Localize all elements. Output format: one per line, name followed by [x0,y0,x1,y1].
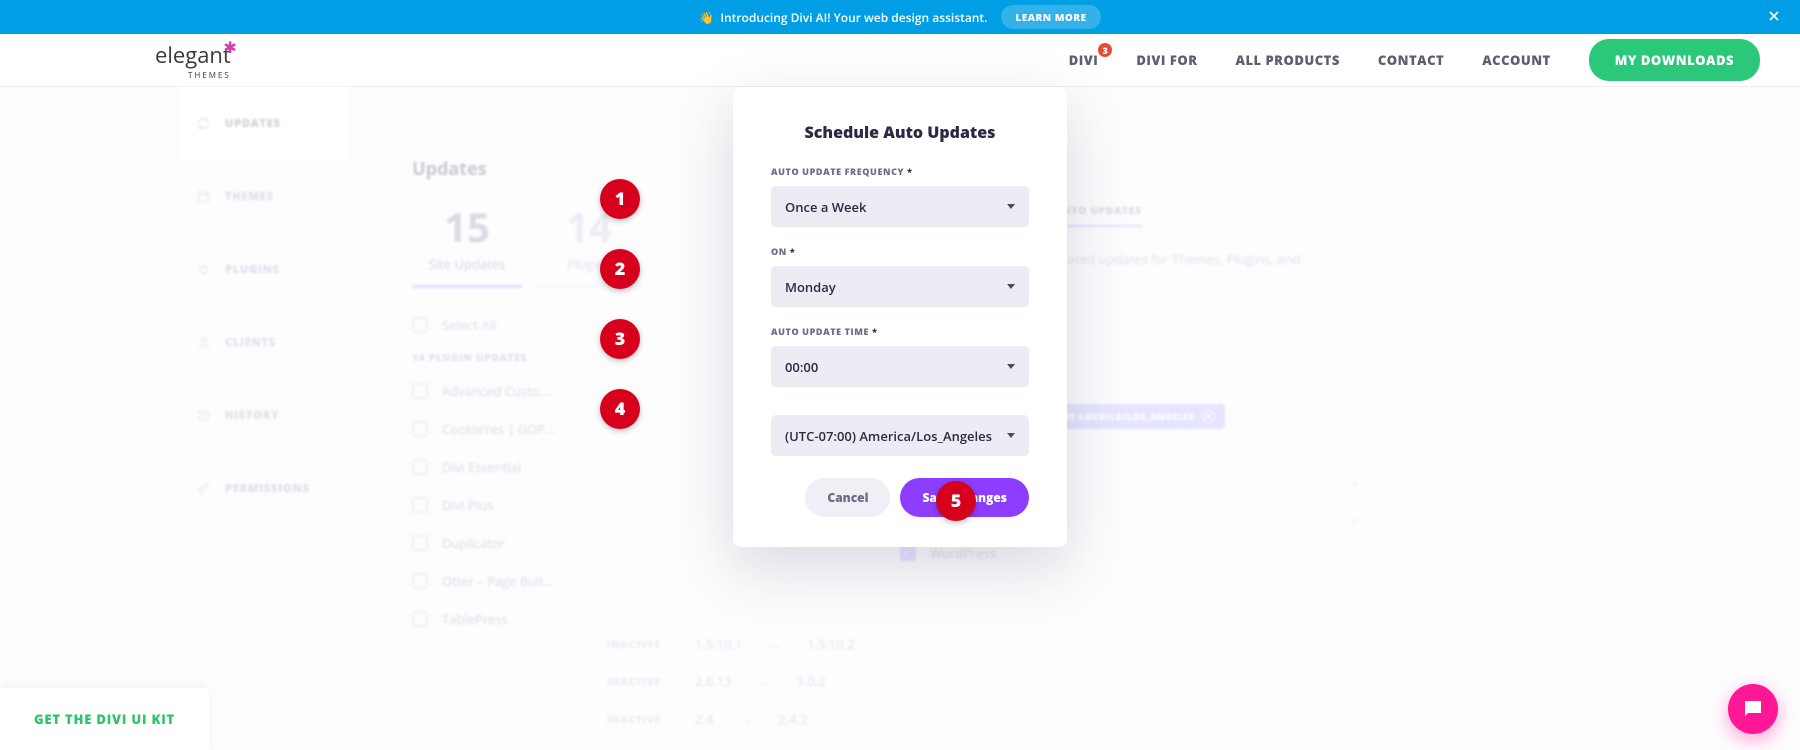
cancel-button[interactable]: Cancel [805,478,890,517]
modal-title: Schedule Auto Updates [771,121,1029,143]
time-select[interactable]: 00:00 [771,346,1029,387]
logo-star-icon: ✱ [223,36,236,58]
time-label: AUTO UPDATE TIME * [771,325,1029,338]
chat-bubble-icon[interactable] [1728,684,1778,734]
site-header: elegant✱ THEMES DIVI3 DIVI FOR ALL PRODU… [0,34,1800,87]
main-nav: DIVI3 DIVI FOR ALL PRODUCTS CONTACT ACCO… [1069,39,1760,81]
learn-more-button[interactable]: LEARN MORE [1001,5,1100,29]
step-badge-3: 3 [600,319,640,359]
step-badge-5: 5 [936,481,976,521]
logo[interactable]: elegant✱ THEMES [155,40,231,81]
on-label: ON * [771,245,1029,258]
logo-sub: THEMES [155,70,231,81]
schedule-modal: Schedule Auto Updates AUTO UPDATE FREQUE… [733,87,1067,547]
step-badge-4: 4 [600,389,640,429]
close-icon[interactable] [1766,8,1782,28]
announcement-emoji: 👋 [699,9,714,26]
frequency-label: AUTO UPDATE FREQUENCY * [771,165,1029,178]
timezone-select[interactable]: (UTC-07:00) America/Los_Angeles [771,415,1029,456]
frequency-select[interactable]: Once a Week [771,186,1029,227]
nav-contact[interactable]: CONTACT [1378,51,1444,69]
nav-divi[interactable]: DIVI3 [1069,51,1099,69]
announcement-bar: 👋 Introducing Divi AI! Your web design a… [0,0,1800,34]
announcement-text: Introducing Divi AI! Your web design ass… [720,9,987,26]
nav-divi-for[interactable]: DIVI FOR [1136,51,1197,69]
step-badge-2: 2 [600,249,640,289]
nav-account[interactable]: ACCOUNT [1482,51,1551,69]
my-downloads-button[interactable]: MY DOWNLOADS [1589,39,1760,81]
day-select[interactable]: Monday [771,266,1029,307]
nav-all-products[interactable]: ALL PRODUCTS [1236,51,1340,69]
get-ui-kit-button[interactable]: GET THE DIVI UI KIT [0,688,209,750]
step-badge-1: 1 [600,179,640,219]
logo-main: elegant [155,40,231,70]
nav-divi-badge: 3 [1098,43,1112,57]
page: UPDATES THEMES PLUGINS CLIENTS HISTORY P… [0,87,1800,750]
